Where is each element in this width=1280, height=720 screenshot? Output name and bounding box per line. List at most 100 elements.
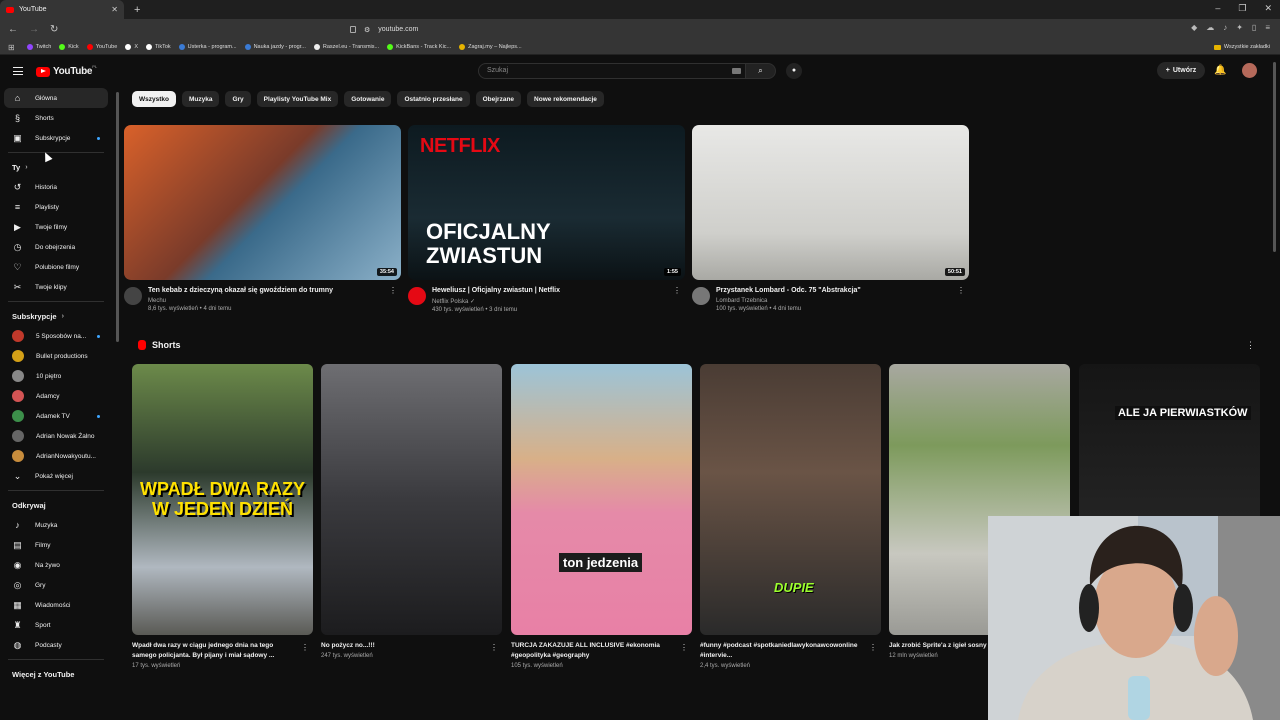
video-menu-icon[interactable]: ⋮: [957, 286, 965, 295]
video-thumbnail[interactable]: 50:51: [692, 125, 969, 280]
short-title[interactable]: Wpadł dwa razy w ciągu jednego dnia na t…: [132, 641, 297, 661]
short-title[interactable]: TURCJA ZAKAZUJE ALL INCLUSIVE #ekonomia …: [511, 641, 676, 661]
minimize-icon[interactable]: –: [1215, 3, 1220, 14]
apps-grid-icon[interactable]: ⊞: [8, 43, 15, 52]
video-channel-name[interactable]: Mechu: [148, 298, 401, 304]
short-menu-icon[interactable]: ⋮: [680, 643, 688, 652]
video-thumbnail[interactable]: NETFLIX OFICJALNY ZWIASTUN 1:55: [408, 125, 685, 280]
short-thumbnail[interactable]: WPADŁ DWA RAZY W JEDEN DZIEŃ: [132, 364, 313, 635]
bookmark-item[interactable]: Zagraj.my – Najleps...: [459, 44, 522, 50]
sidebar-item-do-obejrzenia[interactable]: ◷ Do obejrzenia: [0, 237, 112, 257]
video-menu-icon[interactable]: ⋮: [673, 286, 681, 295]
sidebar-item-główna[interactable]: ⌂ Główna: [4, 88, 108, 108]
shorts-menu-icon[interactable]: ⋮: [1246, 340, 1255, 351]
site-info-icon[interactable]: ⚙: [364, 26, 370, 34]
video-channel-name[interactable]: Lombard Trzebnica: [716, 298, 969, 304]
sidebar-item-filmy[interactable]: ▤ Filmy: [0, 535, 112, 555]
bookmark-page-icon[interactable]: [350, 26, 356, 33]
show-more-button[interactable]: ⌄ Pokaż więcej: [0, 466, 112, 486]
page-scrollbar[interactable]: [1273, 62, 1276, 252]
short-title[interactable]: #funny #podcast #spotkaniedlawykonawcowo…: [700, 641, 865, 661]
restore-icon[interactable]: ❐: [1238, 3, 1246, 14]
sidebar-subscription-channel[interactable]: 5 Sposobów na...: [0, 326, 112, 346]
bookmark-item[interactable]: Twitch: [26, 44, 51, 50]
bookmark-item[interactable]: Nauka jazdy - progr...: [244, 44, 306, 50]
close-window-icon[interactable]: ✕: [1264, 3, 1272, 14]
short-card[interactable]: WPADŁ DWA RAZY W JEDEN DZIEŃ Wpadł dwa ra…: [132, 364, 313, 669]
browser-menu-icon[interactable]: ≡: [1265, 23, 1270, 32]
video-channel-name[interactable]: Netflix Polska ✓: [432, 298, 685, 305]
sidebar-item-muzyka[interactable]: ♪ Muzyka: [0, 515, 112, 535]
search-button[interactable]: ⌕: [746, 63, 776, 79]
sidebar-item-gry[interactable]: ◎ Gry: [0, 575, 112, 595]
create-button[interactable]: + Utwórz: [1157, 62, 1205, 79]
voice-search-button[interactable]: ●: [786, 63, 802, 79]
all-bookmarks-folder[interactable]: Wszystkie zakładki: [1213, 44, 1270, 50]
sidebar-item-shorts[interactable]: § Shorts: [0, 108, 112, 128]
account-avatar[interactable]: [1242, 63, 1257, 78]
sidebar-subscription-channel[interactable]: Bullet productions: [0, 346, 112, 366]
video-menu-icon[interactable]: ⋮: [389, 286, 397, 295]
forward-icon[interactable]: →: [29, 24, 39, 35]
sidebar-item-playlisty[interactable]: ≡ Playlisty: [0, 197, 112, 217]
short-thumbnail[interactable]: ton jedzenia: [511, 364, 692, 635]
filter-chip[interactable]: Wszystko: [132, 91, 176, 107]
video-card[interactable]: 50:51 Przystanek Lombard - Odc. 75 "Abstr…: [692, 125, 969, 312]
keyboard-icon[interactable]: [732, 68, 741, 74]
sidebar-scrollbar[interactable]: [116, 92, 119, 342]
sidebar-subscription-channel[interactable]: Adamcy: [0, 386, 112, 406]
video-title[interactable]: Heweliusz | Oficjalny zwiastun | Netflix: [432, 286, 672, 296]
short-menu-icon[interactable]: ⋮: [869, 643, 877, 652]
sidebar-subscription-channel[interactable]: Adrian Nowak Żalno: [0, 426, 112, 446]
back-icon[interactable]: ←: [8, 24, 18, 35]
filter-chip[interactable]: Nowe rekomendacje: [527, 91, 604, 107]
new-tab-button[interactable]: +: [134, 4, 140, 16]
channel-avatar[interactable]: [692, 287, 710, 305]
bookmark-item[interactable]: X: [125, 44, 138, 50]
short-card[interactable]: DUPIE #funny #podcast #spotkaniedlawykona…: [700, 364, 881, 669]
sidebar-item-twoje-klipy[interactable]: ✂ Twoje klipy: [0, 277, 112, 297]
sidebar-item-subskrypcje[interactable]: ▣ Subskrypcje: [0, 128, 112, 148]
filter-chip[interactable]: Gotowanie: [344, 91, 392, 107]
video-card[interactable]: 35:54 Ten kebab z dzieczyną okazał się gw…: [124, 125, 401, 312]
video-card[interactable]: NETFLIX OFICJALNY ZWIASTUN 1:55 Heweliusz | …: [408, 125, 685, 313]
youtube-logo[interactable]: YouTube PL: [36, 64, 97, 77]
you-section-header[interactable]: Ty ›: [0, 157, 112, 177]
vpn-icon[interactable]: ☁: [1206, 23, 1214, 32]
channel-avatar[interactable]: [408, 287, 426, 305]
bookmark-item[interactable]: Usterka - program...: [178, 44, 237, 50]
filter-chip[interactable]: Ostatnio przesłane: [397, 91, 470, 107]
sidebar-item-wiadomości[interactable]: ▦ Wiadomości: [0, 595, 112, 615]
notifications-bell-icon[interactable]: 🔔: [1214, 65, 1226, 76]
sidebar-item-na-żywo[interactable]: ◉ Na żywo: [0, 555, 112, 575]
sidebar-subscription-channel[interactable]: AdrianNowakyoutu...: [0, 446, 112, 466]
sidebar-item-sport[interactable]: ♜ Sport: [0, 615, 112, 635]
menu-icon[interactable]: [13, 67, 23, 75]
filter-chip[interactable]: Gry: [225, 91, 251, 107]
mic-extension-icon[interactable]: ♪: [1223, 23, 1227, 32]
sidebar-item-twoje-filmy[interactable]: ▶ Twoje filmy: [0, 217, 112, 237]
bookmark-item[interactable]: Raszel.eu - Transmis...: [313, 44, 379, 50]
short-card[interactable]: No pożycz no...!!! 247 tys. wyświetleń ⋮: [321, 364, 502, 659]
short-thumbnail[interactable]: [321, 364, 502, 635]
search-input[interactable]: Szukaj: [478, 63, 746, 79]
puzzle-icon[interactable]: ✦: [1236, 23, 1243, 32]
short-thumbnail[interactable]: DUPIE: [700, 364, 881, 635]
video-title[interactable]: Przystanek Lombard - Odc. 75 "Abstrakcja…: [716, 286, 956, 296]
extension-icon[interactable]: ◆: [1191, 23, 1197, 32]
reload-icon[interactable]: ↻: [50, 24, 58, 35]
short-title[interactable]: No pożycz no...!!!: [321, 641, 486, 651]
sidebar-item-historia[interactable]: ↺ Historia: [0, 177, 112, 197]
video-title[interactable]: Ten kebab z dzieczyną okazał się gwoździ…: [148, 286, 388, 296]
short-card[interactable]: ton jedzenia TURCJA ZAKAZUJE ALL INCLUSIV…: [511, 364, 692, 669]
bookmark-item[interactable]: YouTube: [86, 44, 117, 50]
short-menu-icon[interactable]: ⋮: [490, 643, 498, 652]
bookmark-item[interactable]: KickBans - Track Kic...: [387, 44, 451, 50]
sidebar-item-polubione-filmy[interactable]: ♡ Polubione filmy: [0, 257, 112, 277]
filter-chip[interactable]: Obejrzane: [475, 91, 522, 107]
filter-chip[interactable]: Playlisty YouTube Mix: [256, 91, 339, 107]
short-menu-icon[interactable]: ⋮: [301, 643, 309, 652]
sidebar-item-podcasty[interactable]: ◍ Podcasty: [0, 635, 112, 655]
browser-tab[interactable]: YouTube ✕: [0, 0, 124, 19]
subscriptions-section-header[interactable]: Subskrypcje ›: [0, 306, 112, 326]
